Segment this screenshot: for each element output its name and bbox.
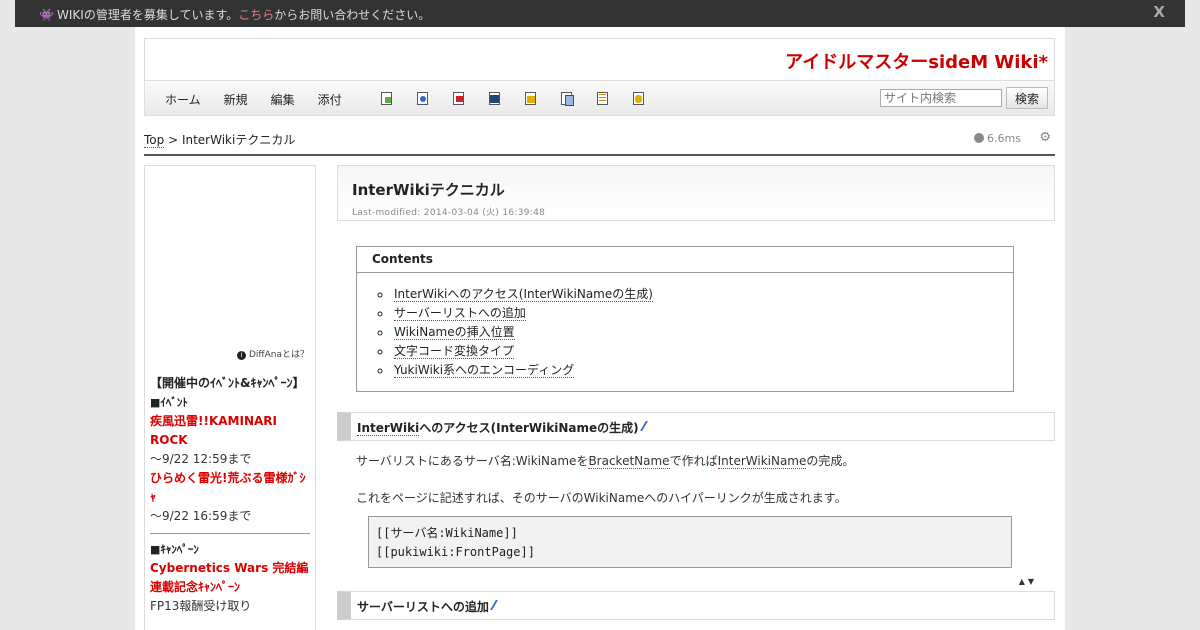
list-item: サーバーリストへの追加 (392, 304, 1013, 323)
code-line-2: [[pukiwiki:FrontPage]] (376, 545, 535, 559)
notice-bar: 👾 WIKIの管理者を募集しています。こちらからお問い合わせください。 X (15, 0, 1185, 27)
info-icon: i (236, 351, 246, 360)
breadcrumb-top-link[interactable]: Top (144, 133, 165, 148)
sidebar: i DiffAnaとは？ 【開催中のｲﾍﾞﾝﾄ&ｷｬﾝﾍﾟｰﾝ】 ■ｲﾍﾞﾝﾄ 疾… (144, 165, 316, 630)
campaign-link-1[interactable]: Cybernetics Wars 完結編連載記念ｷｬﾝﾍﾟｰﾝ (150, 561, 308, 594)
site-title[interactable]: アイドルマスターsideM Wiki* (785, 48, 1048, 74)
menu-new[interactable]: 新規 (224, 91, 248, 108)
page-container: アイドルマスターsideM Wiki* ホーム 新規 編集 添付 検索 Top … (135, 27, 1065, 630)
campaign-label: ■ｷｬﾝﾍﾟｰﾝ (150, 543, 199, 556)
sidebar-divider (150, 533, 310, 534)
code-block: [[サーバ名:WikiName]] [[pukiwiki:FrontPage]] (368, 516, 1012, 568)
event-heading: 【開催中のｲﾍﾞﾝﾄ&ｷｬﾝﾍﾟｰﾝ】 (150, 376, 305, 390)
page-list-icon[interactable] (560, 91, 574, 106)
rename-page-icon[interactable] (416, 91, 428, 105)
ad-area (145, 166, 315, 348)
table-of-contents: Contents InterWikiへのアクセス(InterWikiNameの生… (356, 246, 1014, 392)
pencil-icon[interactable] (639, 421, 654, 431)
divider (144, 154, 1055, 156)
notice-contact-link[interactable]: こちら (238, 8, 274, 22)
menu-edit[interactable]: 編集 (271, 91, 295, 108)
diff-icon[interactable] (452, 91, 464, 105)
close-icon[interactable]: X (1153, 3, 1165, 21)
render-time: 6.6ms (974, 132, 1021, 145)
event-link-1[interactable]: 疾風迅雷!!KAMINARI ROCK (150, 414, 277, 447)
toc-link[interactable]: InterWikiへのアクセス(InterWikiNameの生成) (394, 287, 653, 302)
page-title-box: InterWikiテクニカル Last-modified: 2014-03-04… (337, 165, 1055, 221)
paragraph-1: サーバリストにあるサーバ名:WikiNameをBracketNameで作ればIn… (356, 454, 855, 469)
breadcrumb: Top > InterWikiテクニカル (144, 133, 296, 148)
menu-attach[interactable]: 添付 (318, 91, 342, 108)
section-heading-1: InterWikiへのアクセス(InterWikiNameの生成) (337, 412, 1055, 441)
toolbar-icons (380, 91, 668, 106)
site-header: アイドルマスターsideM Wiki* (144, 38, 1055, 81)
list-item: WikiNameの挿入位置 (392, 323, 1013, 342)
navbar: ホーム 新規 編集 添付 検索 (144, 81, 1055, 116)
code-line-1: [[サーバ名:WikiName]] (376, 526, 518, 540)
contents-heading: Contents (357, 247, 1013, 273)
search-form: 検索 (880, 87, 1048, 109)
diffana-link[interactable]: i DiffAnaとは？ (236, 347, 309, 360)
event-label: ■ｲﾍﾞﾝﾄ (150, 396, 188, 409)
pencil-icon[interactable] (490, 600, 504, 610)
page-top-arrows[interactable]: ▲▼ (1019, 577, 1037, 586)
gauge-icon (974, 133, 985, 143)
search-input[interactable] (880, 89, 1002, 107)
toc-link[interactable]: 文字コード変換タイプ (394, 344, 515, 359)
interwikiname-link[interactable]: InterWikiName (717, 454, 807, 469)
page-title: InterWikiテクニカル (352, 181, 505, 199)
breadcrumb-current: InterWikiテクニカル (181, 133, 296, 147)
main-menu: ホーム 新規 編集 添付 (165, 91, 365, 108)
main-content: InterWikiテクニカル Last-modified: 2014-03-04… (337, 165, 1055, 620)
list-item: YukiWiki系へのエンコーディング (392, 361, 1013, 380)
search-button[interactable]: 検索 (1006, 87, 1048, 109)
toc-link[interactable]: YukiWiki系へのエンコーディング (394, 363, 575, 378)
list-item: InterWikiへのアクセス(InterWikiNameの生成) (392, 285, 1013, 304)
event-date-1: ～9/22 12:59まで (150, 452, 252, 466)
contents-list: InterWikiへのアクセス(InterWikiNameの生成) サーバーリス… (357, 273, 1013, 380)
paragraph-2: これをページに記述すれば、そのサーバのWikiNameへのハイパーリンクが生成さ… (356, 491, 847, 505)
last-modified: Last-modified: 2014-03-04 (火) 16:39:48 (352, 208, 546, 218)
backup-icon[interactable] (488, 91, 500, 105)
toc-link[interactable]: WikiNameの挿入位置 (394, 325, 515, 340)
interwiki-link[interactable]: InterWiki (357, 421, 420, 436)
recent-changes-icon[interactable] (596, 91, 608, 105)
menu-home[interactable]: ホーム (165, 91, 201, 108)
toc-link[interactable]: サーバーリストへの追加 (394, 306, 526, 321)
event-date-2: ～9/22 16:59まで (150, 509, 252, 523)
help-icon[interactable] (632, 91, 644, 105)
freeze-icon[interactable] (524, 91, 536, 105)
campaign-note-1: FP13報酬受け取り (150, 599, 252, 613)
bug-icon: 👾 (39, 8, 54, 22)
notice-message: 👾 WIKIの管理者を募集しています。こちらからお問い合わせください。 (39, 8, 431, 22)
event-link-2[interactable]: ひらめく雷光!荒ぶる雷様ｶﾞｼｬ (150, 471, 305, 504)
copy-page-icon[interactable] (380, 91, 392, 105)
bracketname-link[interactable]: BracketName (588, 454, 670, 469)
gear-icon[interactable]: ⚙ (1039, 130, 1051, 145)
list-item: 文字コード変換タイプ (392, 342, 1013, 361)
event-list: 【開催中のｲﾍﾞﾝﾄ&ｷｬﾝﾍﾟｰﾝ】 ■ｲﾍﾞﾝﾄ 疾風迅雷!!KAMINAR… (150, 374, 310, 616)
section-heading-2: サーバーリストへの追加 (337, 591, 1055, 620)
